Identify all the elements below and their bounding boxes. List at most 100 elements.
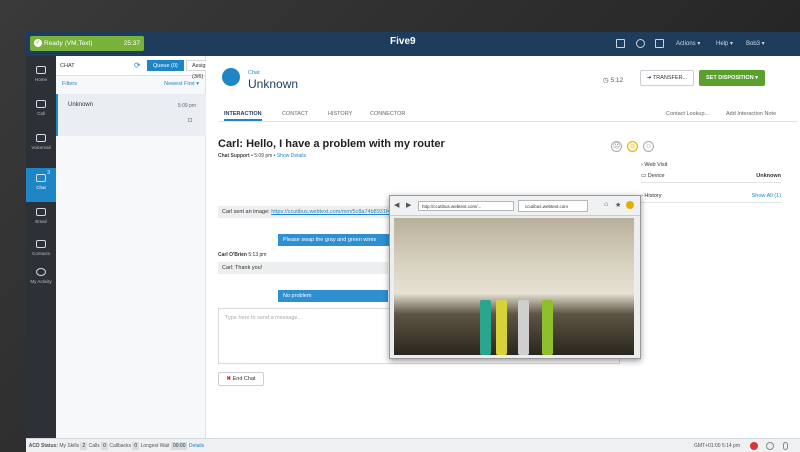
set-disposition-label: SET DISPOSITION — [706, 75, 754, 81]
address-bar[interactable]: http://ccutibus.webtext.com/... — [418, 201, 514, 211]
home-icon[interactable]: ⌂ — [604, 201, 608, 208]
nav-label: Contacts — [32, 251, 50, 256]
web-visit-toggle[interactable]: › Web Visit — [641, 162, 781, 168]
incoming-message: Carl: Thank you! — [218, 262, 388, 274]
skills-count: 2 — [80, 442, 88, 450]
acd-label: ACD Status: — [28, 443, 58, 449]
customer-name: Unknown — [248, 77, 299, 91]
volume-icon[interactable] — [766, 442, 774, 450]
help-menu[interactable]: Help ▾ — [716, 32, 733, 56]
set-disposition-button[interactable]: SET DISPOSITION ▾ — [699, 70, 765, 86]
nav-label: Chat — [36, 185, 46, 190]
transfer-label: TRANSFER... — [652, 75, 688, 81]
router-photo — [394, 218, 634, 355]
clock-readout: GMT+01:00 5:14 pm — [694, 443, 740, 449]
neutral-face-icon[interactable]: ☺ — [627, 141, 638, 152]
back-icon[interactable]: ◀ — [394, 201, 399, 209]
chat-badge: 3 — [47, 170, 50, 176]
cable-green — [542, 300, 553, 355]
actions-label: Actions — [676, 41, 696, 47]
transfer-button[interactable]: ➔ TRANSFER... — [640, 70, 694, 86]
phone-icon — [36, 100, 46, 108]
filters-bar: Filters Newest First ▾ — [56, 76, 205, 92]
queue-button[interactable]: Queue (0) — [147, 60, 184, 71]
acd-status-bar: ACD Status: My Skills 2 Calls 0 Callback… — [26, 438, 800, 452]
list-item-name: Unknown — [68, 102, 94, 108]
nav-email[interactable]: Email — [26, 202, 56, 236]
author-name: Carl O'Brien — [218, 252, 247, 258]
interaction-timer: ◷ 5:12 — [603, 76, 623, 84]
microphone-icon[interactable] — [783, 442, 788, 450]
top-bar: ✓ Ready (VM,Text) 25:37 Five9 Actions ▾ H… — [26, 32, 800, 56]
contact-lookup-link[interactable]: Contact Lookup... — [666, 111, 709, 117]
add-note-link[interactable]: Add Interaction Note — [726, 111, 776, 117]
nav-voicemail[interactable]: Voicemail — [26, 128, 56, 162]
actions-menu[interactable]: Actions ▾ — [676, 32, 700, 56]
calendar-icon[interactable] — [655, 39, 664, 48]
tab-contact[interactable]: CONTACT — [282, 111, 308, 117]
device-row: ▭ Device Unknown — [641, 173, 781, 183]
interaction-tabs: INTERACTION CONTACT HISTORY CONNECTOR Co… — [218, 108, 798, 122]
home-icon — [36, 66, 46, 74]
user-label: Bob3 — [746, 41, 761, 47]
history-label: History — [644, 193, 662, 199]
tab-connector[interactable]: CONNECTOR — [370, 111, 405, 117]
calls-label: Calls — [88, 443, 100, 449]
sort-label: Newest First — [164, 81, 195, 87]
headset-icon[interactable] — [636, 39, 645, 48]
chat-list-pane: CHAT ⟳ Queue (0) Assigned (3/6) Filters … — [56, 56, 230, 452]
chat-subject: Carl: Hello, I have a problem with my ro… — [218, 138, 445, 150]
clock-icon — [36, 268, 46, 276]
filters-link[interactable]: Filters — [62, 81, 77, 87]
nav-chat[interactable]: 3 Chat — [26, 168, 56, 202]
timer-value: 5:12 — [610, 77, 624, 84]
list-item[interactable]: Unknown 5:09 pm — [56, 94, 206, 136]
nav-call[interactable]: Call — [26, 94, 56, 128]
list-item-time: 5:09 pm — [177, 103, 196, 109]
longest-wait-value: 00:00 — [170, 442, 188, 450]
forward-icon[interactable]: ▶ — [406, 201, 411, 209]
device-value: Unknown — [756, 173, 781, 179]
outgoing-message: No problem — [278, 290, 388, 302]
web-visit-label: Web Visit — [644, 162, 668, 168]
check-icon: ✓ — [34, 39, 42, 48]
message-author: Carl O'Brien 5:13 pm — [218, 252, 266, 258]
message-placeholder: Type here to send a message... — [225, 315, 303, 321]
show-details-link[interactable]: Show Details — [277, 153, 306, 159]
list-header: CHAT ⟳ Queue (0) Assigned (3/6) — [56, 56, 230, 80]
nav-my-activity[interactable]: My Activity — [26, 262, 56, 296]
chat-time: • 5:09 pm • — [251, 153, 276, 159]
user-menu[interactable]: Bob3 ▾ — [746, 32, 765, 56]
record-icon[interactable] — [750, 442, 758, 450]
close-icon: ✖ — [226, 376, 232, 382]
history-toggle[interactable]: › History Show All (1) — [641, 193, 781, 203]
nav-label: Home — [34, 77, 47, 82]
sad-face-icon[interactable]: ☹ — [611, 141, 622, 152]
star-icon[interactable]: ★ — [615, 201, 621, 209]
tab-history[interactable]: HISTORY — [328, 111, 352, 117]
show-all-link[interactable]: Show All (1) — [752, 193, 781, 199]
agent-status-button[interactable]: ✓ Ready (VM,Text) 25:37 — [30, 36, 144, 51]
cable-teal — [480, 300, 491, 355]
browser-tab[interactable]: ccutibus.webtext.com — [518, 200, 588, 212]
details-link[interactable]: Details — [189, 443, 204, 449]
nav-home[interactable]: Home — [26, 60, 56, 94]
left-nav: Home Call Voicemail 3 Chat Email Contacts… — [26, 56, 56, 452]
lock-icon — [188, 118, 192, 122]
monitor-icon: ▭ — [641, 173, 647, 179]
longest-wait-label: Longest Wait — [140, 443, 170, 449]
agent-status-label: Ready (VM,Text) — [44, 40, 93, 47]
chat-bubble-icon — [222, 68, 240, 86]
tab-interaction[interactable]: INTERACTION — [224, 111, 262, 121]
nav-label: My Activity — [30, 279, 52, 284]
interaction-type: Chat — [248, 70, 260, 76]
sort-dropdown[interactable]: Newest First ▾ — [164, 81, 199, 87]
browser-toolbar: ◀ ▶ http://ccutibus.webtext.com/... ccut… — [390, 196, 640, 216]
five9-logo: Five9 — [390, 36, 416, 47]
end-chat-button[interactable]: ✖ End Chat — [218, 372, 264, 386]
folder-icon — [36, 240, 46, 248]
happy-face-icon[interactable]: ☺ — [643, 141, 654, 152]
refresh-icon[interactable]: ⟳ — [134, 61, 141, 70]
book-icon[interactable] — [616, 39, 625, 48]
smiley-icon[interactable] — [626, 201, 634, 209]
